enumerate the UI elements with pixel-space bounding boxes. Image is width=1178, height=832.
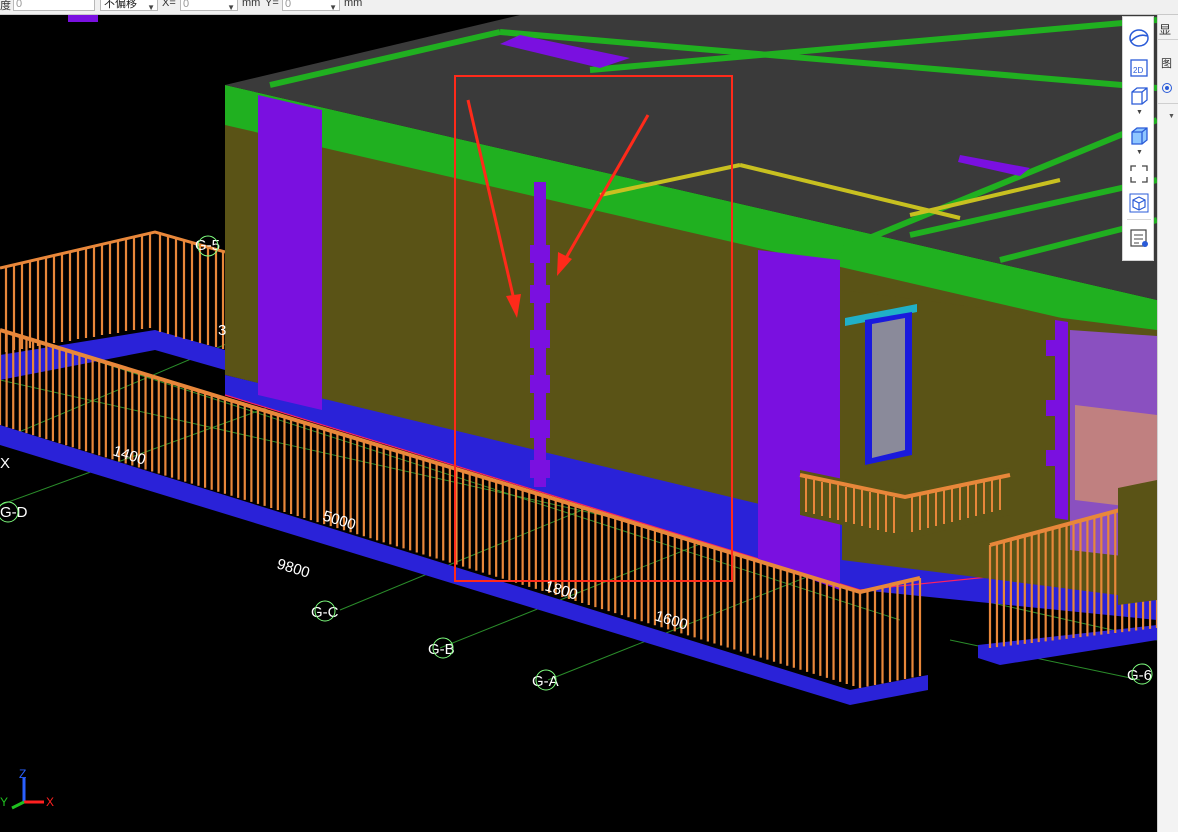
fullscreen-icon[interactable] <box>1128 163 1150 185</box>
cube-outline-icon[interactable] <box>1128 192 1150 214</box>
grid-label-3: 3 <box>218 322 226 339</box>
axis-y-label: Y <box>0 795 8 809</box>
spinner-icon: ▼ <box>329 3 337 12</box>
axis-triad: Z X Y <box>0 767 54 810</box>
dim-1600: 1600 <box>653 608 690 634</box>
radio-button[interactable] <box>1162 83 1172 93</box>
right-column <box>758 250 840 590</box>
grid-label-x: X <box>0 455 10 472</box>
chevron-down-icon[interactable]: ▼ <box>1168 113 1175 120</box>
right-post <box>1118 480 1157 605</box>
panel-tab-display[interactable]: 显 <box>1159 21 1171 38</box>
top-toolbar: 度 0 不偏移 ▼ X= 0 ▼ mm Y= 0 ▼ mm <box>0 0 1178 15</box>
svg-text:2D: 2D <box>1133 66 1143 75</box>
window-glass <box>872 318 905 458</box>
grid-label-gd: G-D <box>0 504 28 521</box>
dim-9800: 9800 <box>275 556 312 582</box>
y-offset-input[interactable]: 0 ▼ <box>282 0 340 12</box>
panel-tab-view[interactable]: 图 <box>1161 55 1172 71</box>
3d-box-icon[interactable] <box>1128 85 1150 107</box>
2d-view-icon[interactable]: 2D <box>1128 57 1150 79</box>
x-unit-label: mm <box>242 0 261 9</box>
left-column <box>258 95 322 410</box>
chevron-down-icon: ▼ <box>147 3 155 12</box>
properties-list-icon[interactable] <box>1128 227 1150 249</box>
solid-box-icon[interactable] <box>1128 125 1150 147</box>
spinner-icon: ▼ <box>227 3 235 12</box>
y-unit-label: mm <box>344 0 363 9</box>
right-side-panel: 显 图 ▼ <box>1157 15 1178 832</box>
x-label: X= <box>162 0 176 9</box>
view-toolbar: 2D ▼ ▼ <box>1122 16 1154 261</box>
x-offset-input[interactable]: 0 ▼ <box>180 0 238 12</box>
left-back-railing <box>0 230 226 352</box>
angle-label: 度 <box>0 0 11 12</box>
column-top <box>68 15 98 22</box>
chevron-down-icon[interactable]: ▼ <box>1136 109 1143 116</box>
grid-label-gb: G-B <box>428 641 455 658</box>
y-label: Y= <box>265 0 279 9</box>
3d-viewport[interactable]: 1400 5000 9800 1800 1600 G-5 3 X G-D G-C… <box>0 15 1157 832</box>
angle-input[interactable]: 0 <box>13 0 95 11</box>
x-offset-value: 0 <box>183 0 190 10</box>
y-offset-value: 0 <box>285 0 292 10</box>
chevron-down-icon[interactable]: ▼ <box>1136 149 1143 156</box>
orbit-icon[interactable] <box>1128 27 1150 49</box>
axis-z-label: Z <box>19 767 26 781</box>
3d-model-scene[interactable]: 1400 5000 9800 1800 1600 G-5 3 X G-D G-C… <box>0 15 1157 832</box>
axis-x-label: X <box>46 795 54 809</box>
offset-dropdown-value: 不偏移 <box>104 0 137 10</box>
offset-dropdown[interactable]: 不偏移 ▼ <box>100 0 158 12</box>
